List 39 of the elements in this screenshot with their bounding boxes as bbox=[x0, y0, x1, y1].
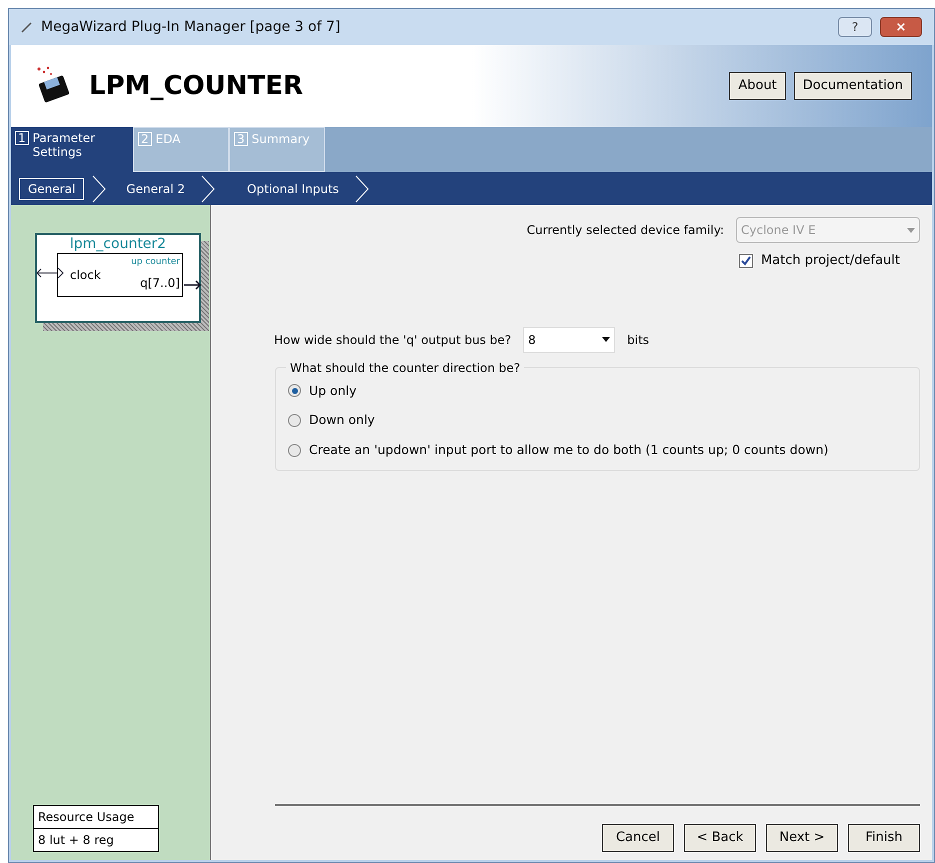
counter-type-label: up counter bbox=[131, 256, 180, 269]
radio-label: Down only bbox=[309, 411, 375, 430]
radio-label: Create an 'updown' input port to allow me to do both (1 counts up; 0 counts down) bbox=[309, 441, 828, 459]
match-label: Match project/default bbox=[760, 252, 900, 270]
chevron-icon bbox=[92, 174, 106, 202]
step-link[interactable]: Optional Inputs bbox=[239, 178, 347, 200]
clock-label: clock bbox=[70, 267, 101, 284]
resource-usage-title: Resource Usage bbox=[34, 806, 158, 829]
component-title: LPM_COUNTER bbox=[89, 70, 304, 102]
about-button[interactable]: About bbox=[729, 72, 786, 100]
radio-button[interactable] bbox=[288, 414, 301, 428]
output-pin-icon bbox=[184, 279, 202, 291]
dropdown-arrow-icon bbox=[602, 337, 610, 342]
help-button[interactable]: ? bbox=[838, 17, 872, 37]
chevron-icon bbox=[201, 174, 216, 202]
wand-icon bbox=[21, 21, 33, 33]
resource-usage-value: 8 lut + 8 reg bbox=[37, 832, 115, 849]
wizard-tab[interactable]: 1 Parameter Settings bbox=[11, 127, 133, 172]
radio-button[interactable] bbox=[288, 444, 301, 457]
device-family-label: Currently selected device family: bbox=[526, 222, 724, 239]
output-label: q[7..0] bbox=[140, 275, 180, 292]
match-checkbox[interactable] bbox=[738, 254, 753, 268]
finish-button[interactable]: Finish bbox=[848, 824, 920, 852]
radio-button[interactable] bbox=[288, 384, 301, 398]
chevron-icon bbox=[354, 174, 369, 202]
documentation-button[interactable]: Documentation bbox=[794, 72, 912, 100]
step-link[interactable]: General bbox=[19, 178, 84, 200]
bus-width-dropdown[interactable]: 8 bbox=[523, 326, 616, 352]
next-button[interactable]: Next > bbox=[766, 824, 838, 852]
step-link[interactable]: General 2 bbox=[118, 178, 194, 200]
close-button[interactable]: × bbox=[880, 17, 922, 37]
instance-name: lpm_counter2 bbox=[68, 235, 168, 253]
back-button[interactable]: < Back bbox=[684, 824, 756, 852]
bits-label: bits bbox=[627, 332, 650, 348]
radio-label: Up only bbox=[309, 382, 356, 400]
dropdown-arrow-icon bbox=[907, 228, 915, 232]
window-title: MegaWizard Plug-In Manager [page 3 of 7] bbox=[41, 18, 340, 36]
bus-width-label: How wide should the 'q' output bus be? bbox=[274, 332, 512, 348]
cancel-button[interactable]: Cancel bbox=[602, 824, 674, 852]
